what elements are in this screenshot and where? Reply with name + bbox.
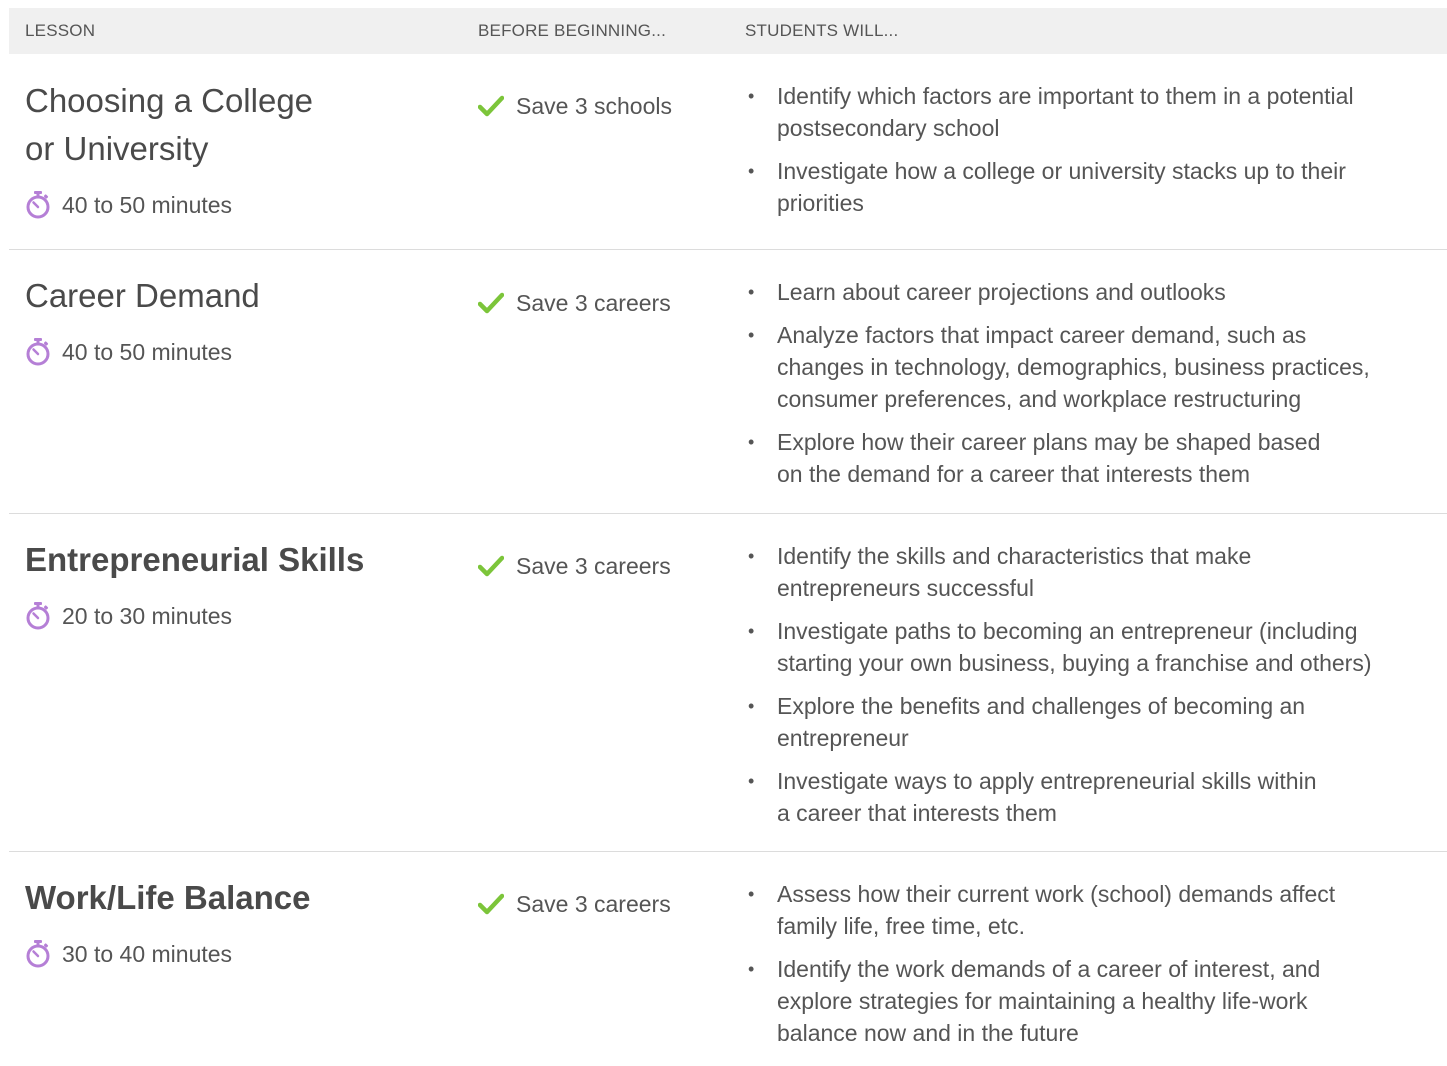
objective-line: entrepreneurs successful — [777, 575, 1034, 601]
bullet-icon: • — [748, 432, 755, 452]
list-item: • Investigate ways to apply entrepreneuri… — [745, 765, 1447, 829]
table-row: Choosing a College or University 40 to 5… — [9, 54, 1447, 250]
before-beginning-cell: Save 3 careers — [477, 886, 671, 922]
lesson-title-line: Choosing a College — [25, 82, 314, 119]
lesson-title[interactable]: Entrepreneurial Skills — [25, 536, 445, 584]
objective-line: Identify the skills and characteristics … — [777, 543, 1252, 569]
lesson-duration: 40 to 50 minutes — [25, 337, 445, 367]
lesson-duration: 20 to 30 minutes — [25, 601, 445, 631]
objectives-cell: • Assess how their current work (school) … — [745, 878, 1447, 1060]
lesson-title-line: Work/Life Balance — [25, 879, 311, 916]
objective-line: a career that interests them — [777, 800, 1057, 826]
lesson-title-line: Entrepreneurial Skills — [25, 541, 365, 578]
objective-line: family life, free time, etc. — [777, 913, 1025, 939]
bullet-icon: • — [748, 161, 755, 181]
objective-line: Investigate how a college or university … — [777, 158, 1346, 184]
objectives-list: • Identify which factors are important to… — [745, 80, 1447, 219]
bullet-icon: • — [748, 546, 755, 566]
objectives-list: • Learn about career projections and outl… — [745, 276, 1447, 490]
bullet-icon: • — [748, 325, 755, 345]
lesson-duration: 40 to 50 minutes — [25, 190, 445, 220]
list-item: • Explore how their career plans may be s… — [745, 426, 1447, 490]
stopwatch-icon — [25, 940, 51, 968]
objective-line: Assess how their current work (school) d… — [777, 881, 1336, 907]
header-lesson: LESSON — [25, 21, 96, 40]
objective-line: Investigate paths to becoming an entrepr… — [777, 618, 1358, 644]
objective-line: Identify the work demands of a career of… — [777, 956, 1321, 982]
objective-line: Investigate ways to apply entrepreneuria… — [777, 768, 1317, 794]
lesson-cell: Work/Life Balance 30 to 40 minutes — [25, 874, 445, 969]
objective-line: balance now and in the future — [777, 1020, 1079, 1046]
table-row: Career Demand 40 to 50 minutes Save 3 ca… — [9, 250, 1447, 514]
objectives-list: • Identify the skills and characteristics… — [745, 540, 1447, 829]
objective-line: Identify which factors are important to … — [777, 83, 1354, 109]
table-header: LESSON BEFORE BEGINNING... STUDENTS WILL… — [9, 8, 1447, 54]
lesson-title[interactable]: Choosing a College or University — [25, 77, 445, 173]
before-beginning-text: Save 3 careers — [516, 289, 671, 316]
lessons-table: LESSON BEFORE BEGINNING... STUDENTS WILL… — [9, 8, 1447, 1066]
objective-line: Learn about career projections and outlo… — [777, 279, 1226, 305]
lesson-cell: Career Demand 40 to 50 minutes — [25, 272, 445, 367]
duration-text: 40 to 50 minutes — [62, 191, 233, 218]
header-before-beginning: BEFORE BEGINNING... — [478, 21, 666, 40]
objective-line: changes in technology, demographics, bus… — [777, 354, 1370, 380]
header-students-will: STUDENTS WILL... — [745, 21, 899, 40]
checkmark-icon — [477, 292, 505, 314]
stopwatch-icon — [25, 338, 51, 366]
bullet-icon: • — [748, 86, 755, 106]
duration-text: 30 to 40 minutes — [62, 940, 233, 967]
list-item: • Identify the skills and characteristics… — [745, 540, 1447, 604]
bullet-icon: • — [748, 696, 755, 716]
list-item: • Learn about career projections and outl… — [745, 276, 1447, 308]
list-item: • Investigate paths to becoming an entrep… — [745, 615, 1447, 679]
checkmark-icon — [477, 95, 505, 117]
before-beginning-text: Save 3 schools — [516, 92, 672, 119]
bullet-icon: • — [748, 959, 755, 979]
before-beginning-cell: Save 3 schools — [477, 88, 672, 124]
lesson-title[interactable]: Career Demand — [25, 272, 445, 320]
list-item: • Explore the benefits and challenges of … — [745, 690, 1447, 754]
bullet-icon: • — [748, 621, 755, 641]
objective-line: priorities — [777, 190, 864, 216]
lesson-cell: Entrepreneurial Skills 20 to 30 minutes — [25, 536, 445, 631]
lesson-title[interactable]: Work/Life Balance — [25, 874, 445, 922]
objective-line: consumer preferences, and workplace rest… — [777, 386, 1302, 412]
list-item: • Identify which factors are important to… — [745, 80, 1447, 144]
table-row: Work/Life Balance 30 to 40 minutes Save … — [9, 852, 1447, 1066]
before-beginning-text: Save 3 careers — [516, 552, 671, 579]
objective-line: Analyze factors that impact career deman… — [777, 322, 1307, 348]
objective-line: Explore the benefits and challenges of b… — [777, 693, 1306, 719]
before-beginning-text: Save 3 careers — [516, 890, 671, 917]
lesson-title-line: Career Demand — [25, 277, 260, 314]
bullet-icon: • — [748, 884, 755, 904]
objective-line: starting your own business, buying a fra… — [777, 650, 1372, 676]
objective-line: postsecondary school — [777, 115, 1000, 141]
before-beginning-cell: Save 3 careers — [477, 548, 671, 584]
checkmark-icon — [477, 893, 505, 915]
objective-line: entrepreneur — [777, 725, 909, 751]
objectives-list: • Assess how their current work (school) … — [745, 878, 1447, 1049]
duration-text: 40 to 50 minutes — [62, 338, 233, 365]
before-beginning-cell: Save 3 careers — [477, 285, 671, 321]
objective-line: on the demand for a career that interest… — [777, 461, 1251, 487]
table-row: Entrepreneurial Skills 20 to 30 minutes … — [9, 514, 1447, 852]
objectives-cell: • Identify which factors are important to… — [745, 80, 1447, 230]
list-item: • Identify the work demands of a career o… — [745, 953, 1447, 1049]
checkmark-icon — [477, 555, 505, 577]
lesson-cell: Choosing a College or University 40 to 5… — [25, 77, 445, 220]
objective-line: explore strategies for maintaining a hea… — [777, 988, 1308, 1014]
bullet-icon: • — [748, 282, 755, 302]
list-item: • Investigate how a college or university… — [745, 155, 1447, 219]
objectives-cell: • Learn about career projections and outl… — [745, 276, 1447, 501]
objectives-cell: • Identify the skills and characteristics… — [745, 540, 1447, 840]
objective-line: Explore how their career plans may be sh… — [777, 429, 1321, 455]
bullet-icon: • — [748, 771, 755, 791]
lesson-title-line: or University — [25, 130, 209, 167]
list-item: • Analyze factors that impact career dema… — [745, 319, 1447, 415]
lesson-duration: 30 to 40 minutes — [25, 939, 445, 969]
list-item: • Assess how their current work (school) … — [745, 878, 1447, 942]
duration-text: 20 to 30 minutes — [62, 602, 233, 629]
stopwatch-icon — [25, 602, 51, 630]
stopwatch-icon — [25, 191, 51, 219]
